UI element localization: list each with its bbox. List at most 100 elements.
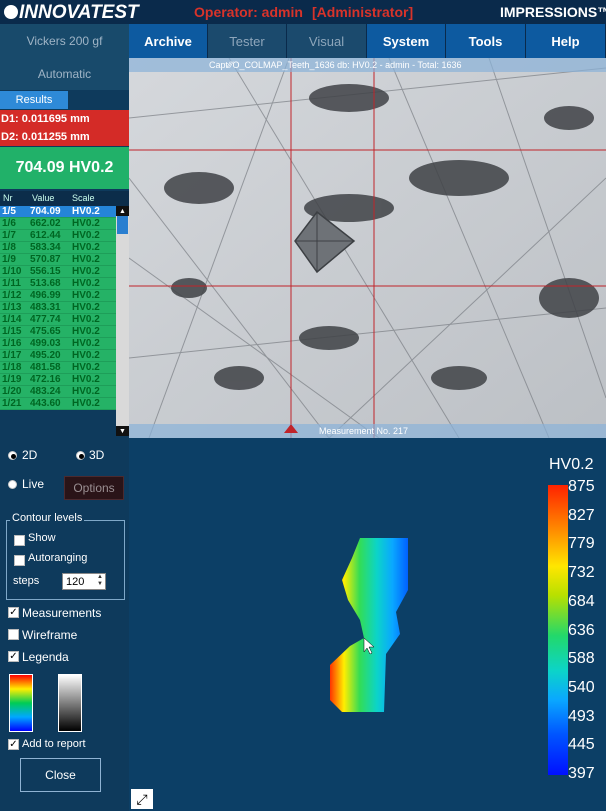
cell-nr: 1/5 xyxy=(2,206,16,217)
cell-scale: HV0.2 xyxy=(72,350,100,361)
cell-value: 513.68 xyxy=(30,278,61,289)
label-live: Live xyxy=(22,477,45,491)
cell-value: 495.20 xyxy=(30,350,61,361)
hardness-heatmap[interactable] xyxy=(320,530,420,720)
show-checkbox[interactable] xyxy=(14,535,25,546)
cell-scale: HV0.2 xyxy=(72,302,100,313)
options-button[interactable]: Options xyxy=(64,476,124,500)
legend-tick: 445 xyxy=(568,736,595,754)
table-row[interactable]: 1/5 704.09 HV0.2 xyxy=(0,206,116,218)
measurements-label: Measurements xyxy=(22,606,102,620)
cell-scale: HV0.2 xyxy=(72,218,100,229)
cell-nr: 1/6 xyxy=(2,218,16,229)
table-row[interactable]: 1/18 481.58 HV0.2 xyxy=(0,362,116,374)
label-3d: 3D xyxy=(89,448,105,462)
expand-icon[interactable]: ⤢ xyxy=(131,789,153,809)
cell-nr: 1/19 xyxy=(2,374,22,385)
nav-tester[interactable]: Tester xyxy=(208,24,287,58)
scroll-down-icon[interactable]: ▼ xyxy=(116,426,129,436)
cell-value: 499.03 xyxy=(30,338,61,349)
color-palette-swatch[interactable] xyxy=(9,674,33,732)
cell-nr: 1/9 xyxy=(2,254,16,265)
autoranging-checkbox[interactable] xyxy=(14,555,25,566)
image-caption-bottom: Measurement No. 217 xyxy=(319,426,409,436)
results-table: 1/5 704.09 HV0.2 1/6 662.02 HV0.2 1/7 612.44 HV0… xyxy=(0,206,116,436)
table-row[interactable]: 1/16 499.03 HV0.2 xyxy=(0,338,116,350)
measurements-checkbox[interactable]: ✓ xyxy=(8,607,19,618)
table-row[interactable]: 1/6 662.02 HV0.2 xyxy=(0,218,116,230)
table-row[interactable]: 1/17 495.20 HV0.2 xyxy=(0,350,116,362)
table-row[interactable]: 1/9 570.87 HV0.2 xyxy=(0,254,116,266)
cell-nr: 1/21 xyxy=(2,398,22,409)
grayscale-palette-swatch[interactable] xyxy=(58,674,82,732)
steps-spinner-icon[interactable]: ▲ ▼ xyxy=(95,574,105,589)
table-row[interactable]: 1/21 443.60 HV0.2 xyxy=(0,398,116,410)
table-row[interactable]: 1/11 513.68 HV0.2 xyxy=(0,278,116,290)
nav-help[interactable]: Help xyxy=(526,24,606,58)
radio-2d[interactable] xyxy=(8,451,17,460)
wireframe-checkbox[interactable] xyxy=(8,629,19,640)
operator-label: Operator: admin xyxy=(194,4,303,20)
table-row[interactable]: 1/12 496.99 HV0.2 xyxy=(0,290,116,302)
legend-tick: 540 xyxy=(568,678,595,696)
table-row[interactable]: 1/8 583.34 HV0.2 xyxy=(0,242,116,254)
cell-nr: 1/11 xyxy=(2,278,21,289)
table-row[interactable]: 1/7 612.44 HV0.2 xyxy=(0,230,116,242)
col-nr[interactable]: Nr xyxy=(3,193,13,203)
table-row[interactable]: 1/13 483.31 HV0.2 xyxy=(0,302,116,314)
table-row[interactable]: 1/14 477.74 HV0.2 xyxy=(0,314,116,326)
cell-nr: 1/15 xyxy=(2,326,22,337)
cell-scale: HV0.2 xyxy=(72,338,100,349)
cell-value: 443.60 xyxy=(30,398,61,409)
scrollbar-thumb[interactable] xyxy=(117,216,128,234)
cell-scale: HV0.2 xyxy=(72,266,100,277)
cell-scale: HV0.2 xyxy=(72,362,100,373)
table-row[interactable]: 1/20 483.24 HV0.2 xyxy=(0,386,116,398)
table-row[interactable]: 1/10 556.15 HV0.2 xyxy=(0,266,116,278)
show-label: Show xyxy=(28,532,56,544)
legenda-label: Legenda xyxy=(22,650,69,664)
cell-scale: HV0.2 xyxy=(72,278,100,289)
cell-value: 483.31 xyxy=(30,302,61,313)
brand-text: INNOVATEST xyxy=(19,2,139,23)
legend-tick: 397 xyxy=(568,765,595,782)
radio-3d[interactable] xyxy=(76,451,85,460)
cell-scale: HV0.2 xyxy=(72,230,100,241)
legend-colorbar xyxy=(548,485,568,775)
microscope-image[interactable]: Capt⁄⁄⁄O_COLMAP_Teeth_1636 db: HV0.2 - a… xyxy=(129,58,606,438)
close-button[interactable]: Close xyxy=(20,758,101,792)
radio-live[interactable] xyxy=(8,480,17,489)
table-row[interactable]: 1/19 472.16 HV0.2 xyxy=(0,374,116,386)
nav-archive[interactable]: Archive xyxy=(129,24,208,58)
tab-results[interactable]: Results xyxy=(0,91,68,109)
cell-scale: HV0.2 xyxy=(72,254,100,265)
cell-value: 475.65 xyxy=(30,326,61,337)
scroll-up-icon[interactable]: ▲ xyxy=(116,206,129,216)
nav-system[interactable]: System xyxy=(367,24,446,58)
label-2d: 2D xyxy=(22,448,38,462)
col-value[interactable]: Value xyxy=(32,193,54,203)
cell-scale: HV0.2 xyxy=(72,326,100,337)
cell-scale: HV0.2 xyxy=(72,398,100,409)
legend-tick: 588 xyxy=(568,650,595,668)
method-label[interactable]: Vickers 200 gf xyxy=(0,24,129,58)
legenda-checkbox[interactable]: ✓ xyxy=(8,651,19,662)
nav-visual[interactable]: Visual xyxy=(287,24,367,58)
table-row[interactable]: 1/15 475.65 HV0.2 xyxy=(0,326,116,338)
product-name: IMPRESSIONS™ xyxy=(500,4,606,20)
col-scale[interactable]: Scale xyxy=(72,193,95,203)
nav-tools[interactable]: Tools xyxy=(446,24,526,58)
cell-nr: 1/13 xyxy=(2,302,22,313)
cell-value: 496.99 xyxy=(30,290,61,301)
mode-label[interactable]: Automatic xyxy=(0,58,129,90)
legend-tick: 493 xyxy=(568,707,595,725)
microstructure-graphic xyxy=(129,58,606,438)
cell-scale: HV0.2 xyxy=(72,386,100,397)
cell-scale: HV0.2 xyxy=(72,314,100,325)
image-caption-top: Capt⁄⁄⁄O_COLMAP_Teeth_1636 db: HV0.2 - a… xyxy=(209,60,462,70)
autoranging-label: Autoranging xyxy=(28,552,88,564)
cell-value: 472.16 xyxy=(30,374,61,385)
legend-tick: 779 xyxy=(568,535,595,553)
add-to-report-checkbox[interactable]: ✓ xyxy=(8,739,19,750)
table-scrollbar[interactable] xyxy=(116,206,129,436)
